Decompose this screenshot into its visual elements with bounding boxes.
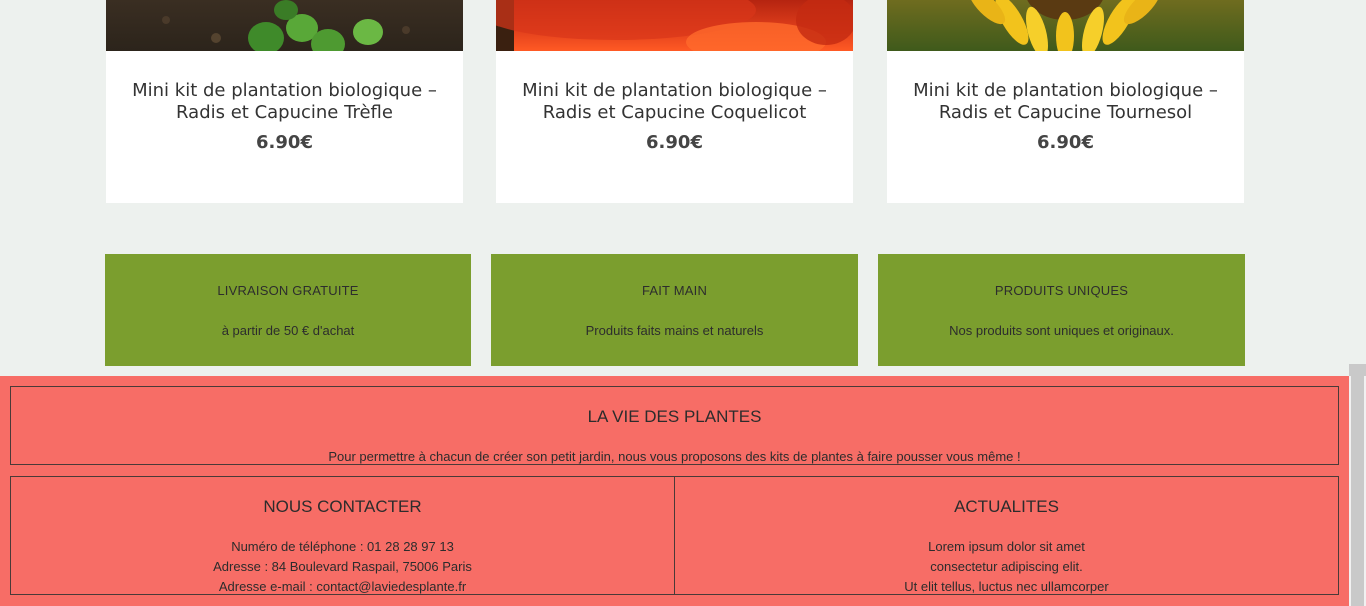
news-line: Ut elit tellus, luctus nec ullamcorper bbox=[904, 579, 1109, 594]
product-image[interactable] bbox=[106, 0, 463, 51]
product-name[interactable]: Mini kit de plantation biologique – Radi… bbox=[126, 80, 443, 124]
contact-email[interactable]: Adresse e-mail : contact@laviedesplante.… bbox=[11, 577, 674, 597]
product-image[interactable] bbox=[887, 0, 1244, 51]
footer-about-text: Pour permettre à chacun de créer son pet… bbox=[328, 449, 1021, 464]
scrollbar-thumb[interactable] bbox=[1351, 364, 1364, 606]
vertical-scrollbar[interactable] bbox=[1349, 364, 1366, 606]
product-price: 6.90€ bbox=[1037, 132, 1094, 153]
product-name[interactable]: Mini kit de plantation biologique – Radi… bbox=[907, 80, 1224, 124]
footer-contact-title: NOUS CONTACTER bbox=[263, 497, 422, 516]
feature-description: Nos produits sont uniques et originaux. bbox=[949, 323, 1174, 338]
feature-handmade: FAIT MAIN Produits faits mains et nature… bbox=[491, 254, 858, 366]
news-line: consectetur adipiscing elit. bbox=[930, 559, 1083, 574]
contact-address: Adresse : 84 Boulevard Raspail, 75006 Pa… bbox=[213, 559, 472, 574]
footer-about: LA VIE DES PLANTES Pour permettre à chac… bbox=[10, 386, 1339, 465]
news-line: Lorem ipsum dolor sit amet bbox=[928, 539, 1085, 554]
product-card-coquelicot[interactable]: Mini kit de plantation biologique – Radi… bbox=[496, 0, 853, 203]
feature-title: LIVRAISON GRATUITE bbox=[217, 283, 359, 298]
footer-news: ACTUALITES Lorem ipsum dolor sit amet co… bbox=[674, 476, 1339, 595]
feature-unique-products: PRODUITS UNIQUES Nos produits sont uniqu… bbox=[878, 254, 1245, 366]
product-image[interactable] bbox=[496, 0, 853, 51]
product-card-tournesol[interactable]: Mini kit de plantation biologique – Radi… bbox=[887, 0, 1244, 203]
footer-news-title: ACTUALITES bbox=[954, 497, 1059, 516]
feature-free-delivery: LIVRAISON GRATUITE à partir de 50 € d'ac… bbox=[105, 254, 471, 366]
product-price: 6.90€ bbox=[646, 132, 703, 153]
feature-description: Produits faits mains et naturels bbox=[585, 323, 764, 338]
feature-title: PRODUITS UNIQUES bbox=[994, 283, 1129, 298]
product-price: 6.90€ bbox=[256, 132, 313, 153]
feature-description: à partir de 50 € d'achat bbox=[221, 323, 355, 338]
site-footer: LA VIE DES PLANTES Pour permettre à chac… bbox=[0, 376, 1349, 606]
feature-title: FAIT MAIN bbox=[641, 283, 708, 298]
footer-about-title: LA VIE DES PLANTES bbox=[587, 407, 762, 426]
product-card-trefle[interactable]: Mini kit de plantation biologique – Radi… bbox=[106, 0, 463, 203]
product-name[interactable]: Mini kit de plantation biologique – Radi… bbox=[516, 80, 833, 124]
footer-contact: NOUS CONTACTER Numéro de téléphone : 01 … bbox=[10, 476, 675, 595]
contact-phone: Numéro de téléphone : 01 28 28 97 13 bbox=[231, 539, 454, 554]
